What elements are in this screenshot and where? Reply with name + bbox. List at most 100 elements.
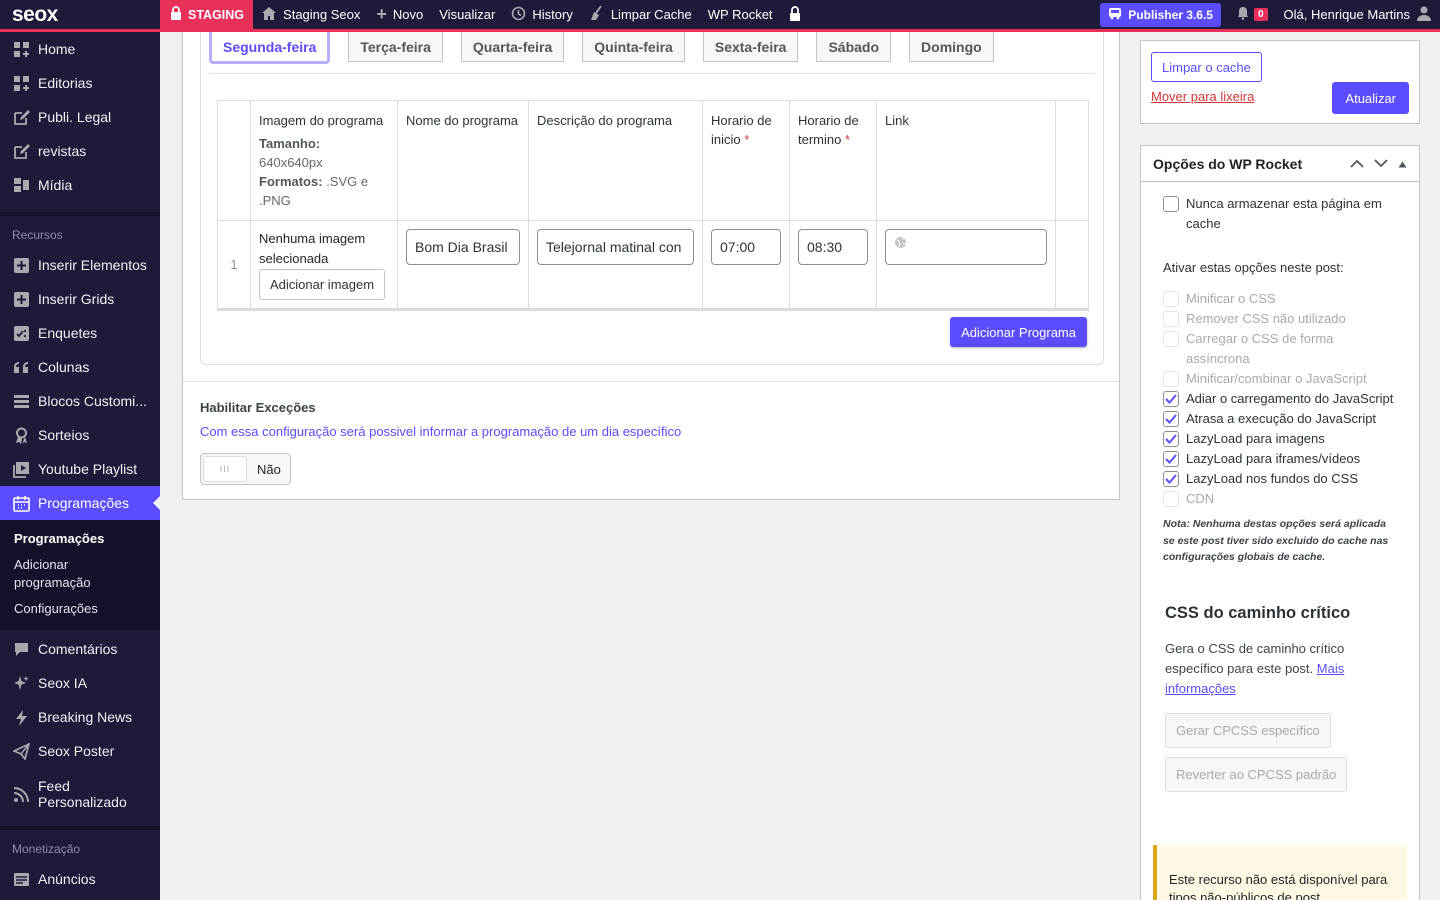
rocket-option-lazyload-para-imagens[interactable]: LazyLoad para imagens: [1163, 429, 1397, 449]
move-up-icon[interactable]: [1350, 156, 1364, 171]
admin-sidebar: Home Editorias Publi. Legal revistas Mídia R…: [0, 32, 160, 900]
add-program-button[interactable]: Adicionar Programa: [950, 317, 1087, 347]
clear-cache-button[interactable]: Limpar o cache: [1151, 52, 1262, 82]
site-name-link[interactable]: Staging Seox: [253, 0, 368, 31]
dashboard-icon: [12, 40, 30, 58]
rocket-option-adiar-o-carregamento-do-javascript[interactable]: Adiar o carregamento do JavaScript: [1163, 389, 1397, 409]
sidebar-item-midia[interactable]: Mídia: [0, 168, 160, 202]
end-time-input[interactable]: 08:30: [798, 229, 868, 265]
move-to-trash-link[interactable]: Mover para lixeira: [1151, 89, 1254, 104]
sidebar-item-label: Seox Poster: [38, 743, 115, 759]
add-image-button[interactable]: Adicionar imagem: [259, 269, 386, 300]
sidebar-item-enquetes[interactable]: Enquetes: [0, 316, 160, 350]
sidebar-item-label: Sorteios: [38, 427, 90, 443]
sidebar-item-label: Inserir Grids: [38, 291, 115, 307]
checked-checkbox[interactable]: [1163, 411, 1179, 427]
sidebar-item-publi-legal[interactable]: Publi. Legal: [0, 100, 160, 134]
tab-sexta-feira[interactable]: Sexta-feira: [702, 32, 799, 62]
sidebar-item-breaking-news[interactable]: Breaking News: [0, 700, 160, 734]
publisher-badge[interactable]: Publisher 3.6.5: [1100, 2, 1221, 27]
name-column-header: Nome do programa: [397, 100, 529, 221]
submenu-configuracoes[interactable]: Configurações: [0, 596, 160, 622]
rocket-option-lazyload-nos-fundos-do-css[interactable]: LazyLoad nos fundos do CSS: [1163, 469, 1397, 489]
broom-icon: [589, 5, 605, 24]
staging-label: STAGING: [188, 7, 245, 22]
never-cache-checkbox[interactable]: [1163, 196, 1179, 212]
sidebar-item-label: Programações: [38, 495, 130, 511]
notifications[interactable]: 0: [1221, 0, 1276, 31]
rocket-option-lazyload-para-iframes-videos[interactable]: LazyLoad para iframes/vídeos: [1163, 449, 1397, 469]
checkbox: [1163, 491, 1179, 507]
weekday-tabs: Segunda-feira Terça-feira Quarta-feira Quin…: [209, 32, 1095, 74]
sidebar-item-inserir-elementos[interactable]: Inserir Elementos: [0, 248, 160, 282]
no-image-label: Nenhuma imagem selecionada: [259, 231, 366, 266]
sidebar-item-programacoes[interactable]: Programações: [0, 486, 160, 520]
exceptions-toggle[interactable]: III Não: [200, 453, 291, 485]
history-label: History: [532, 7, 573, 22]
menu-group-monetizacao: Monetização: [12, 842, 81, 856]
program-link-input[interactable]: [885, 229, 1047, 265]
update-button[interactable]: Atualizar: [1332, 82, 1409, 114]
tab-sabado[interactable]: Sábado: [816, 32, 892, 62]
sidebar-item-label: Feed Personalizado: [38, 778, 127, 810]
sidebar-item-home[interactable]: Home: [0, 32, 160, 66]
sidebar-item-comentarios[interactable]: Comentários: [0, 632, 160, 666]
rss-icon: [12, 785, 30, 803]
new-link[interactable]: + Novo: [368, 0, 431, 31]
description-header-label: Descrição do programa: [537, 113, 673, 128]
wp-rocket-label: WP Rocket: [707, 7, 773, 22]
collapse-icon[interactable]: [1398, 156, 1407, 171]
sidebar-item-editorias[interactable]: Editorias: [0, 66, 160, 100]
program-name-input[interactable]: Bom Dia Brasil: [406, 229, 520, 265]
row-index[interactable]: 1: [217, 220, 251, 311]
sidebar-item-label: Comentários: [38, 641, 118, 657]
sidebar-item-inserir-grids[interactable]: Inserir Grids: [0, 282, 160, 316]
sidebar-item-seox-ia[interactable]: Seox IA: [0, 666, 160, 700]
checked-checkbox[interactable]: [1163, 391, 1179, 407]
move-down-icon[interactable]: [1374, 156, 1388, 171]
sidebar-item-youtube-playlist[interactable]: Youtube Playlist: [0, 452, 160, 486]
tab-segunda-feira[interactable]: Segunda-feira: [209, 32, 331, 64]
submenu-adicionar-programacao[interactable]: Adicionar programação: [0, 552, 160, 596]
tab-domingo[interactable]: Domingo: [909, 32, 994, 62]
submenu-programacoes[interactable]: Programações: [0, 526, 160, 552]
generate-cpcss-button[interactable]: Gerar CPCSS específico: [1165, 712, 1331, 748]
tab-quinta-feira[interactable]: Quinta-feira: [582, 32, 685, 62]
lock-toggle[interactable]: [781, 0, 809, 31]
row-actions-cell[interactable]: [1055, 220, 1089, 311]
sidebar-item-label: Publi. Legal: [38, 109, 112, 125]
schedule-box: Segunda-feira Terça-feira Quarta-feira Quin…: [200, 32, 1104, 365]
tab-terca-feira[interactable]: Terça-feira: [348, 32, 443, 62]
sidebar-item-label: Mídia: [38, 177, 73, 193]
revert-cpcss-button[interactable]: Reverter ao CPCSS padrão: [1165, 756, 1348, 792]
required-marker: *: [744, 132, 750, 147]
view-link[interactable]: Visualizar: [431, 0, 503, 31]
rocket-note: Nota: Nenhuma destas opções será aplicad…: [1163, 518, 1389, 563]
history-link[interactable]: History: [503, 0, 580, 31]
sidebar-item-blocos-customi[interactable]: Blocos Customi...: [0, 384, 160, 418]
checked-checkbox[interactable]: [1163, 471, 1179, 487]
formats-label: Formatos:: [259, 174, 323, 189]
checked-checkbox[interactable]: [1163, 431, 1179, 447]
checked-checkbox[interactable]: [1163, 451, 1179, 467]
user-menu[interactable]: Olá, Henrique Martins: [1276, 0, 1440, 31]
clear-cache-link[interactable]: Limpar Cache: [581, 0, 700, 31]
sidebar-item-seox-poster[interactable]: Seox Poster: [0, 734, 160, 768]
program-description-input[interactable]: Telejornal matinal con: [537, 229, 694, 265]
seox-logo[interactable]: seox: [0, 3, 160, 27]
staging-badge[interactable]: STAGING: [160, 0, 254, 31]
start-time-input[interactable]: 07:00: [711, 229, 781, 265]
sidebar-item-colunas[interactable]: Colunas: [0, 350, 160, 384]
sidebar-item-anuncios[interactable]: Anúncios: [0, 862, 160, 896]
menu-group-recursos: Recursos: [12, 228, 63, 242]
sidebar-item-revistas[interactable]: revistas: [0, 134, 160, 168]
tab-quarta-feira[interactable]: Quarta-feira: [460, 32, 565, 62]
toggle-knob[interactable]: III: [203, 456, 247, 482]
sidebar-item-feed-personalizado[interactable]: Feed Personalizado: [0, 768, 160, 820]
wp-rocket-link[interactable]: WP Rocket: [700, 0, 781, 31]
sidebar-item-sorteios[interactable]: Sorteios: [0, 418, 160, 452]
rocket-option-atrasa-a-execucao-do-javascript[interactable]: Atrasa a execução do JavaScript: [1163, 409, 1397, 429]
publish-box: Limpar o cache Mover para lixeira Atuali…: [1140, 40, 1420, 124]
award-icon: [12, 426, 30, 444]
never-cache-option[interactable]: Nunca armazenar esta página em cache: [1163, 194, 1397, 234]
